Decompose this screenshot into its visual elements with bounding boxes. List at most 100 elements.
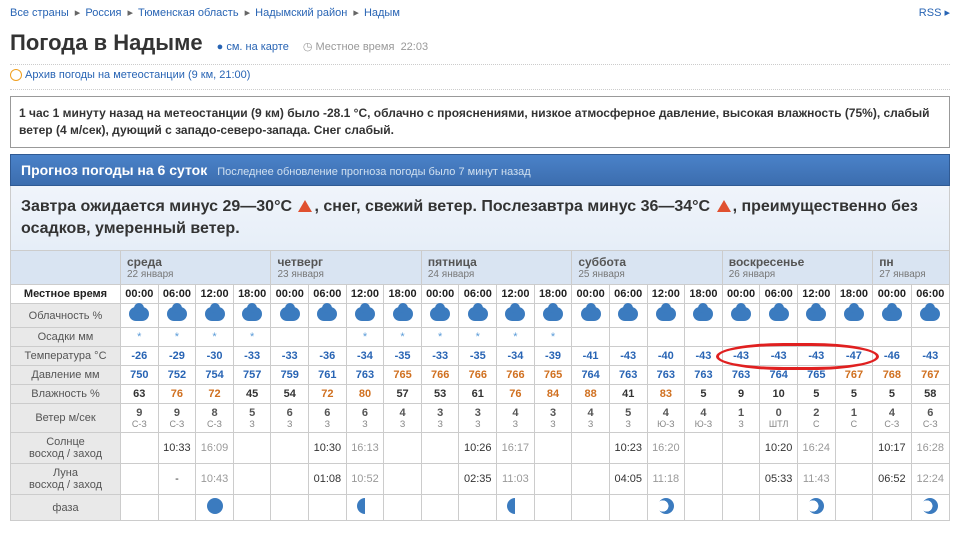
humidity-cell: 57 [384, 385, 422, 404]
breadcrumb: Все страны▸ Россия▸ Тюменская область▸ Н… [0, 0, 960, 25]
rss-link[interactable]: RSS ▸ [919, 7, 950, 19]
precip-cell [647, 328, 685, 347]
precip-cell [609, 328, 647, 347]
humidity-cell: 84 [534, 385, 572, 404]
cloud-icon [167, 307, 187, 321]
pressure-cell: 765 [797, 366, 835, 385]
hour-cell: 00:00 [421, 285, 459, 304]
pressure-cell: 764 [572, 366, 610, 385]
forecast-summary: Завтра ожидается минус 29—30°C , снег, с… [10, 186, 950, 251]
day-header: среда22 января [121, 251, 271, 285]
wind-cell: 4З [384, 404, 422, 433]
precip-cell [722, 328, 760, 347]
temp-cell: -39 [534, 347, 572, 366]
hour-cell: 00:00 [271, 285, 309, 304]
moon-phase-icon [357, 498, 373, 514]
cloud-icon [393, 307, 413, 321]
precip-cell: * [497, 328, 535, 347]
bc-0[interactable]: Все страны [10, 7, 69, 19]
hour-cell: 12:00 [346, 285, 384, 304]
precip-cell: * [346, 328, 384, 347]
precip-cell [797, 328, 835, 347]
hour-cell: 00:00 [121, 285, 159, 304]
temp-cell: -46 [873, 347, 911, 366]
moon-phase-icon [207, 498, 223, 514]
humidity-cell: 63 [121, 385, 159, 404]
temp-cell: -35 [384, 347, 422, 366]
wind-cell: 6З [309, 404, 347, 433]
precip-cell [309, 328, 347, 347]
temp-cell: -40 [647, 347, 685, 366]
archive-link[interactable]: Архив погоды на метеостанции (9 км, 21:0… [25, 69, 250, 81]
wind-cell: 9С-З [121, 404, 159, 433]
bc-1[interactable]: Россия [85, 7, 121, 19]
precip-cell [685, 328, 723, 347]
temp-cell: -43 [760, 347, 798, 366]
temp-cell: -43 [722, 347, 760, 366]
temp-cell: -43 [609, 347, 647, 366]
humidity-cell: 41 [609, 385, 647, 404]
wind-cell: 2С [797, 404, 835, 433]
hour-cell: 12:00 [196, 285, 234, 304]
cloud-icon [205, 307, 225, 321]
wind-cell: 3З [459, 404, 497, 433]
wind-cell: 6З [271, 404, 309, 433]
precip-cell: * [121, 328, 159, 347]
moon-phase-icon [922, 498, 938, 514]
humidity-cell: 10 [760, 385, 798, 404]
pressure-cell: 763 [722, 366, 760, 385]
pressure-cell: 767 [835, 366, 873, 385]
temp-cell: -43 [797, 347, 835, 366]
precip-cell: * [459, 328, 497, 347]
hour-cell: 12:00 [497, 285, 535, 304]
page-title: Погода в Надыме [10, 30, 203, 56]
cloud-icon [129, 307, 149, 321]
temp-cell: -33 [271, 347, 309, 366]
pressure-cell: 766 [421, 366, 459, 385]
pressure-cell: 754 [196, 366, 234, 385]
wind-cell: 4С-З [873, 404, 911, 433]
archive-icon [10, 69, 22, 81]
pressure-cell: 765 [534, 366, 572, 385]
pressure-cell: 766 [497, 366, 535, 385]
pressure-cell: 763 [609, 366, 647, 385]
humidity-cell: 72 [309, 385, 347, 404]
hour-cell: 06:00 [911, 285, 949, 304]
humidity-cell: 5 [835, 385, 873, 404]
humidity-cell: 58 [911, 385, 949, 404]
warning-icon [717, 200, 731, 212]
temp-cell: -33 [233, 347, 271, 366]
wind-cell: 3З [534, 404, 572, 433]
wind-cell: 9С-З [158, 404, 196, 433]
warning-icon [298, 200, 312, 212]
pressure-cell: 768 [873, 366, 911, 385]
pressure-cell: 764 [760, 366, 798, 385]
wind-cell: 6С-З [911, 404, 949, 433]
pressure-cell: 752 [158, 366, 196, 385]
pressure-cell: 766 [459, 366, 497, 385]
hour-cell: 06:00 [459, 285, 497, 304]
temp-cell: -34 [346, 347, 384, 366]
hour-cell: 06:00 [309, 285, 347, 304]
cloud-icon [280, 307, 300, 321]
wind-cell: 5З [233, 404, 271, 433]
precip-cell [572, 328, 610, 347]
precip-cell [835, 328, 873, 347]
humidity-cell: 5 [797, 385, 835, 404]
map-link[interactable]: см. на карте [226, 41, 289, 53]
bc-3[interactable]: Надымский район [255, 7, 347, 19]
wind-cell: 8С-З [196, 404, 234, 433]
wind-cell: 1С [835, 404, 873, 433]
cloud-icon [618, 307, 638, 321]
bc-4[interactable]: Надым [364, 7, 400, 19]
temp-cell: -34 [497, 347, 535, 366]
humidity-cell: 76 [497, 385, 535, 404]
precip-cell: * [534, 328, 572, 347]
temp-cell: -30 [196, 347, 234, 366]
local-time: 22:03 [401, 41, 429, 53]
bc-2[interactable]: Тюменская область [138, 7, 239, 19]
precip-cell [873, 328, 911, 347]
temp-cell: -41 [572, 347, 610, 366]
wind-cell: 5З [609, 404, 647, 433]
hour-cell: 00:00 [873, 285, 911, 304]
